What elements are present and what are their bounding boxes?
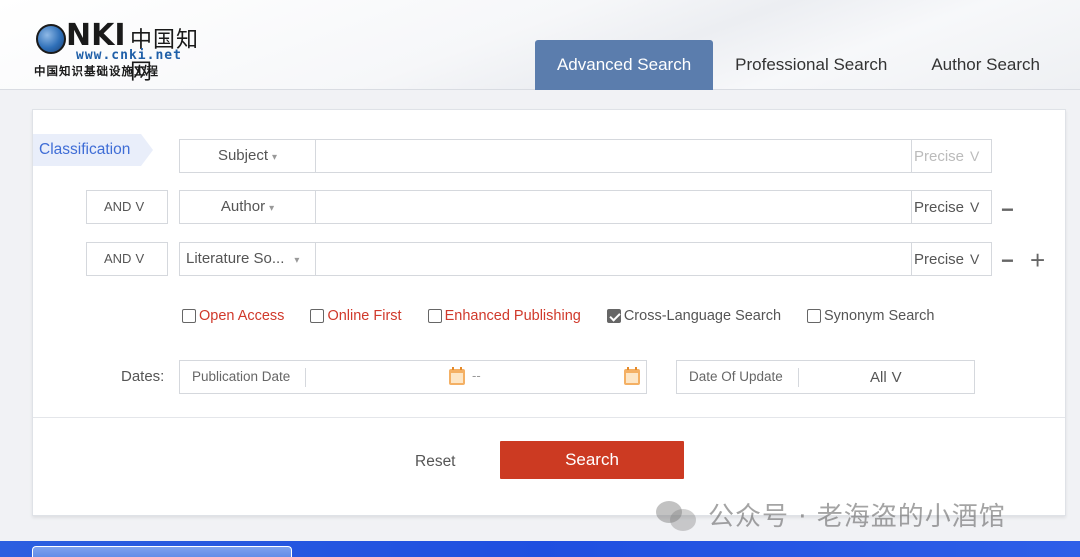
chevron-down-icon: V: [135, 199, 145, 214]
match-label: Precise: [914, 199, 965, 216]
advanced-search-panel: Classification › Subject ▾ Precise V AND V …: [32, 109, 1066, 516]
field-label: Subject: [217, 147, 268, 164]
watermark: 公众号 · 老海盗的小酒馆: [656, 496, 1006, 533]
match-select-precise[interactable]: Precise V: [911, 191, 991, 223]
chevron-down-icon: V: [970, 199, 980, 215]
date-range-dash: --: [472, 368, 481, 383]
tab-advanced-search[interactable]: Advanced Search: [534, 40, 714, 90]
field-select-literature-source[interactable]: Literature So... ▾: [180, 243, 316, 275]
bottom-tab[interactable]: [32, 546, 292, 557]
field-select-author[interactable]: Author ▾: [180, 191, 316, 223]
calendar-icon[interactable]: [449, 367, 465, 385]
caret-down-icon: ▾: [294, 255, 300, 266]
chevron-down-icon: V: [970, 148, 980, 164]
checkbox-label: Online First: [327, 308, 402, 324]
wechat-icon: [656, 499, 700, 531]
checkbox-cross-language-search[interactable]: Cross-Language Search: [606, 306, 782, 326]
search-mode-tabs: Advanced Search Professional Search Auth…: [534, 40, 1062, 90]
checkbox-box[interactable]: [310, 309, 325, 323]
checkbox-box-checked[interactable]: [606, 309, 621, 323]
cnki-logo[interactable]: NKI 中国知网 www.cnki.net 中国知识基础设施工程: [34, 18, 214, 85]
add-row-button[interactable]: +: [1030, 247, 1045, 273]
field-label: Literature So...: [186, 250, 285, 267]
logo-subtitle: 中国知识基础设施工程: [34, 64, 159, 78]
publication-date-label: Publication Date: [192, 369, 291, 384]
checkbox-box[interactable]: [182, 309, 196, 323]
reset-button[interactable]: Reset: [415, 453, 456, 471]
chevron-right-icon: ›: [144, 142, 149, 157]
dates-label: Dates:: [121, 368, 165, 385]
remove-row-button[interactable]: −: [1001, 250, 1014, 272]
update-value-label: All: [870, 369, 887, 386]
classification-label: Classification: [39, 141, 131, 158]
match-select-precise[interactable]: Precise V: [911, 243, 991, 275]
checkbox-open-access[interactable]: Open Access: [182, 306, 284, 326]
checkbox-box[interactable]: [807, 309, 822, 323]
globe-icon: [36, 24, 66, 54]
checkbox-label: Cross-Language Search: [623, 308, 782, 324]
search-row-2: Author ▾ Precise V: [179, 190, 992, 224]
chevron-down-icon: V: [135, 251, 145, 266]
calendar-icon[interactable]: [624, 367, 640, 385]
chevron-down-icon: V: [891, 369, 902, 386]
date-of-update-label: Date Of Update: [689, 369, 783, 384]
match-label: Precise: [914, 251, 965, 268]
search-row-3: Literature So... ▾ Precise V: [179, 242, 992, 276]
checkbox-label: Enhanced Publishing: [444, 308, 581, 324]
remove-row-button[interactable]: −: [1001, 199, 1014, 221]
search-row-1: Subject ▾ Precise V: [179, 139, 992, 173]
checkbox-label: Synonym Search: [824, 308, 935, 324]
logic-label: AND: [104, 251, 132, 266]
logic-select-row-3[interactable]: AND V: [86, 242, 168, 276]
checkbox-enhanced-publishing[interactable]: Enhanced Publishing: [427, 306, 581, 326]
logic-label: AND: [104, 199, 132, 214]
match-select-precise[interactable]: Precise V: [911, 140, 991, 172]
chevron-down-icon: V: [970, 251, 980, 267]
logo-url: www.cnki.net: [76, 48, 182, 63]
classification-toggle[interactable]: Classification ›: [33, 134, 153, 166]
date-of-update-select[interactable]: Date Of Update All V: [676, 360, 975, 394]
field-label: Author: [220, 198, 266, 215]
publication-date-range: Publication Date --: [179, 360, 647, 394]
tab-author-search[interactable]: Author Search: [909, 40, 1062, 90]
search-button[interactable]: Search: [500, 441, 684, 479]
logic-select-row-2[interactable]: AND V: [86, 190, 168, 224]
checkbox-online-first[interactable]: Online First: [310, 306, 402, 326]
checkbox-box[interactable]: [427, 309, 442, 323]
panel-divider: [33, 417, 1065, 418]
caret-down-icon: ▾: [269, 203, 275, 214]
divider: [798, 368, 799, 387]
field-select-subject[interactable]: Subject ▾: [180, 140, 316, 172]
checkbox-synonym-search[interactable]: Synonym Search: [807, 306, 934, 326]
watermark-text: 公众号 · 老海盗的小酒馆: [708, 502, 1006, 532]
divider: [305, 368, 306, 387]
checkbox-label: Open Access: [199, 308, 285, 324]
tab-professional-search[interactable]: Professional Search: [713, 40, 909, 90]
caret-down-icon: ▾: [272, 152, 278, 163]
match-label: Precise: [914, 148, 965, 165]
filter-checkboxes: Open Access Online First Enhanced Publis…: [182, 306, 960, 326]
date-of-update-value[interactable]: All V: [870, 361, 902, 395]
header: NKI 中国知网 www.cnki.net 中国知识基础设施工程 Advance…: [0, 0, 1080, 90]
